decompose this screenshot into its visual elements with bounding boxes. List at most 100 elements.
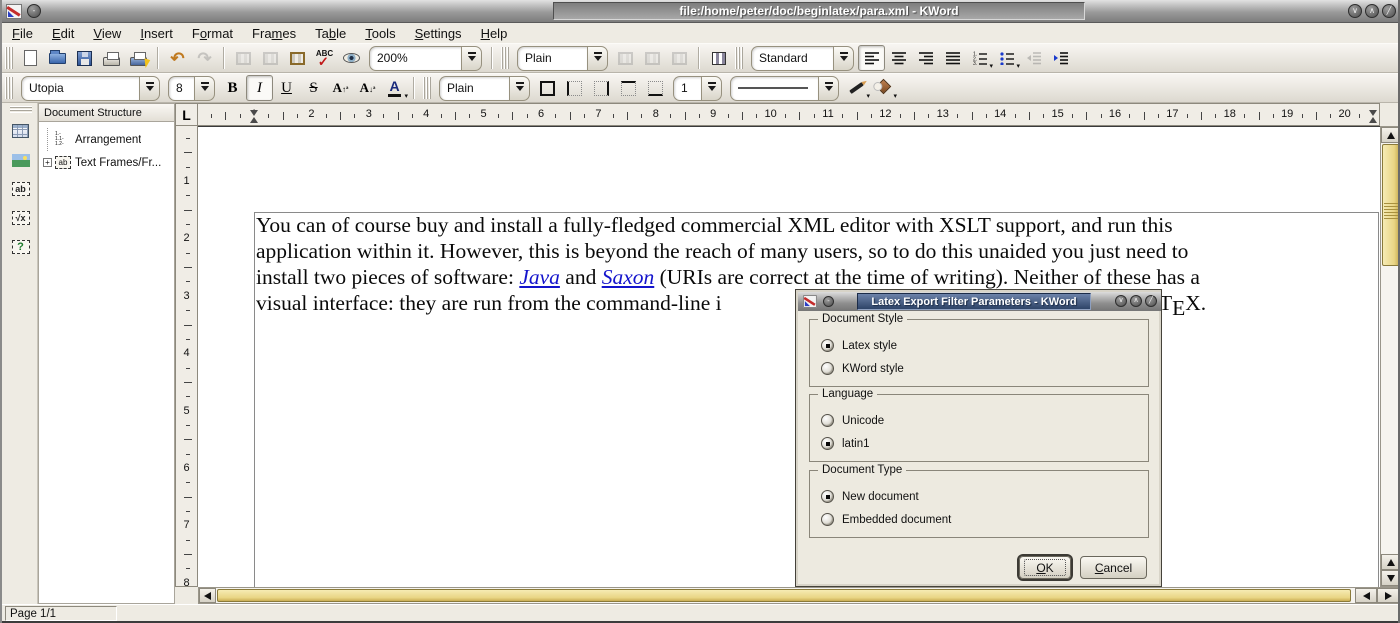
bullet-list-button[interactable]: ▾ [993,45,1020,71]
redo-button[interactable]: ↷ [191,45,218,71]
view-mode-button[interactable] [338,45,365,71]
align-left-button[interactable] [858,45,885,71]
radio-button-icon[interactable] [821,513,834,526]
toolbar-handle[interactable] [735,47,743,69]
toolbar-handle[interactable] [10,106,32,113]
frame-style-value[interactable]: Plain [439,76,509,101]
border-outline-button[interactable] [534,75,561,101]
maximize-button[interactable]: ∧ [1365,4,1379,18]
font-color-button[interactable]: A▾ [381,75,408,101]
create-style-button[interactable] [612,45,639,71]
strikethrough-button[interactable]: S [300,75,327,101]
decrease-indent-button[interactable] [1020,45,1047,71]
increase-indent-button[interactable] [1047,45,1074,71]
subscript-button[interactable]: A↓ª [354,75,381,101]
menu-settings[interactable]: Settings [415,26,462,41]
font-family-value[interactable]: Utopia [21,76,139,101]
java-link[interactable]: Java [519,265,560,289]
undo-button[interactable]: ↶ [164,45,191,71]
numbered-list-button[interactable]: 1.2.3.▾ [966,45,993,71]
border-style-dropdown-button[interactable] [818,76,839,101]
tab-type-selector[interactable]: L [175,103,198,126]
italic-button[interactable]: I [246,75,273,101]
background-color-button[interactable]: ▾ [870,75,897,101]
radio-latin1[interactable]: latin1 [821,436,870,451]
open-button[interactable] [44,45,71,71]
scroll-up-button-bottom[interactable] [1381,554,1400,570]
zoom-dropdown-button[interactable] [461,46,482,71]
window-menu-button[interactable]: - [27,4,41,18]
paragraph-style-value[interactable]: Plain [517,46,587,71]
print-preview-button[interactable] [125,45,152,71]
align-right-button[interactable] [912,45,939,71]
align-justify-button[interactable] [939,45,966,71]
border-width-dropdown-button[interactable] [701,76,722,101]
horizontal-ruler[interactable]: 1234567891011121314151617181920 [198,103,1380,126]
scroll-up-button[interactable] [1381,127,1400,143]
horizontal-scroll-thumb[interactable] [217,589,1351,602]
close-button[interactable]: ╱ [1382,4,1396,18]
border-top-button[interactable] [615,75,642,101]
scroll-right-button[interactable] [1377,588,1399,603]
document-text-line[interactable]: You can of course buy and install a full… [256,213,1173,238]
document-text-line[interactable]: install two pieces of software: Java and… [256,265,1200,290]
tree-item-text-frames[interactable]: + ab Text Frames/Fr... [41,151,172,174]
cancel-button[interactable]: Cancel [1080,556,1147,579]
dialog-maximize-button[interactable]: ∧ [1130,295,1142,307]
menu-tools[interactable]: Tools [365,26,395,41]
right-indent-marker[interactable] [1369,110,1378,123]
dialog-close-button[interactable]: ╱ [1145,295,1157,307]
radio-latex-style[interactable]: Latex style [821,338,897,353]
vertical-ruler[interactable]: 12345678 [175,126,198,587]
columns-button[interactable] [705,45,732,71]
ok-button[interactable]: OK [1019,556,1071,579]
scroll-down-button[interactable] [1381,570,1400,586]
tex-logo-text[interactable]: TEX. [1159,291,1206,316]
tree-expander-icon[interactable]: + [43,158,52,167]
toolbar-handle[interactable] [423,77,431,99]
tree-item-arrangement[interactable]: 1.- 1.1- 1.2- Arrangement [41,128,172,151]
radio-embedded-document[interactable]: Embedded document [821,512,951,527]
edit-frame-button-1[interactable] [230,45,257,71]
format-set-value[interactable]: Standard [751,46,833,71]
new-document-button[interactable] [17,45,44,71]
insert-picture-button[interactable] [8,148,34,172]
spellcheck-button[interactable]: ABC [311,45,338,71]
radio-button-icon[interactable] [821,437,834,450]
edit-frame-button-3[interactable] [284,45,311,71]
toolbar-handle[interactable] [5,47,13,69]
save-button[interactable] [71,45,98,71]
border-width-value[interactable]: 1 [673,76,701,101]
vertical-scroll-thumb[interactable] [1382,144,1400,266]
border-left-button[interactable] [561,75,588,101]
format-set-dropdown-button[interactable] [833,46,854,71]
scroll-left-button-right[interactable] [1355,588,1377,603]
menu-help[interactable]: Help [481,26,508,41]
menu-file[interactable]: File [12,26,33,41]
dialog-menu-button[interactable]: - [823,296,834,307]
indent-marker[interactable] [250,110,259,123]
radio-new-document[interactable]: New document [821,489,919,504]
bold-button[interactable]: B [219,75,246,101]
dialog-shade-button[interactable]: ∨ [1115,295,1127,307]
radio-button-icon[interactable] [821,339,834,352]
scroll-left-button[interactable] [199,588,216,603]
update-style-button[interactable] [666,45,693,71]
toolbar-handle[interactable] [5,77,13,99]
underline-button[interactable]: U [273,75,300,101]
menu-insert[interactable]: Insert [140,26,173,41]
menu-table[interactable]: Table [315,26,346,41]
menu-view[interactable]: View [93,26,121,41]
radio-button-icon[interactable] [821,362,834,375]
border-style-value[interactable] [730,76,818,101]
superscript-button[interactable]: A↑ª [327,75,354,101]
horizontal-scrollbar[interactable] [198,587,1400,604]
shade-button[interactable]: ∨ [1348,4,1362,18]
document-text-line[interactable]: visual interface: they are run from the … [256,291,722,316]
document-canvas[interactable]: You can of course buy and install a full… [198,126,1380,587]
zoom-value[interactable]: 200% [369,46,461,71]
document-text-line[interactable]: application within it. However, this is … [256,239,1188,264]
kword-app-icon[interactable] [6,4,22,19]
create-framestyle-button[interactable] [639,45,666,71]
print-button[interactable] [98,45,125,71]
